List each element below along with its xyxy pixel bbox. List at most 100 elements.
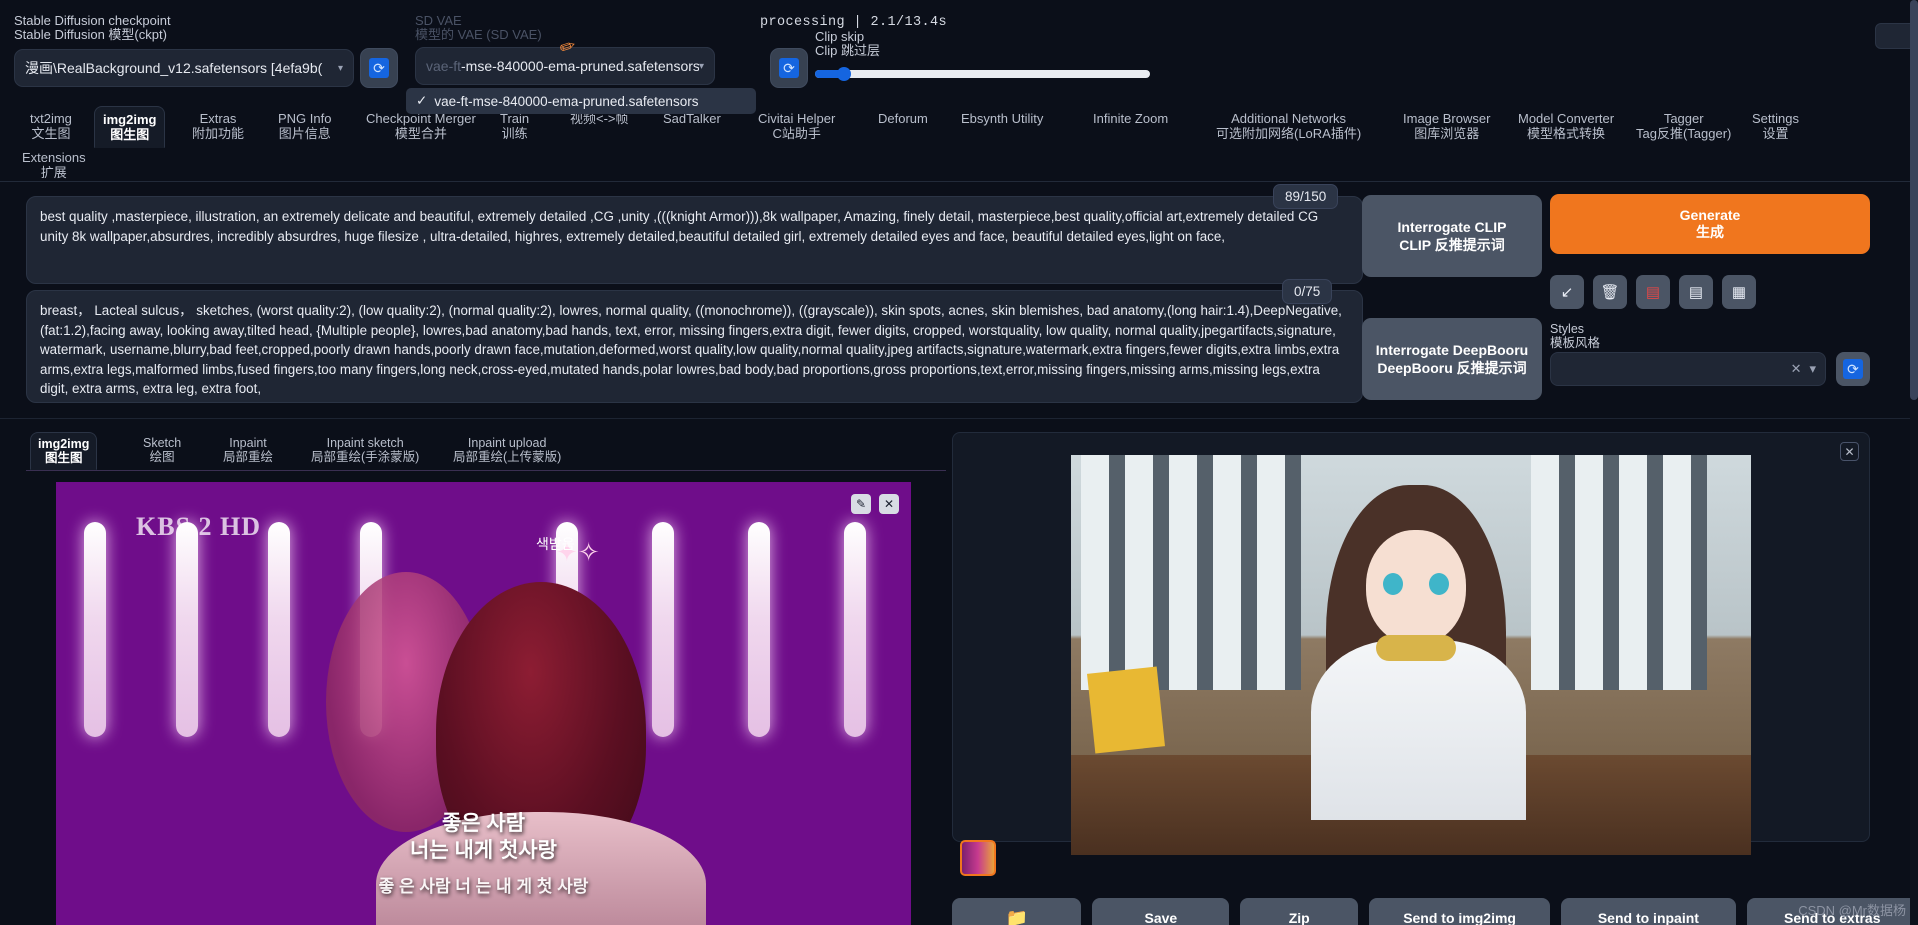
caption-line-1: 좋은 사람 bbox=[441, 812, 526, 835]
tab-label-cn: 图库浏览器 bbox=[1414, 126, 1480, 141]
send-to-inpaint-button[interactable]: Send to inpaint bbox=[1561, 898, 1736, 925]
remove-image-icon[interactable]: ✕ bbox=[879, 494, 899, 514]
sub-tab-inpaint-upload[interactable]: Inpaint upload 局部重绘(上传蒙版) bbox=[446, 432, 568, 468]
close-icon[interactable]: ✕ bbox=[1791, 361, 1802, 377]
tab-label-cn: 文生图 bbox=[31, 126, 71, 141]
prompt-icon-toolbar: ↙ 🗑 ▤ ▤ ▦ bbox=[1550, 275, 1870, 310]
interrogate-clip-button[interactable]: Interrogate CLIP CLIP 反推提示词 bbox=[1362, 195, 1542, 277]
scrollbar-thumb[interactable] bbox=[1910, 0, 1918, 400]
tab-label-cn: 可选附加网络(LoRA插件) bbox=[1216, 126, 1362, 141]
chevron-down-icon[interactable]: ▾ bbox=[1809, 361, 1816, 377]
check-icon: ✓ bbox=[416, 93, 428, 108]
refresh-icon: ⟳ bbox=[369, 58, 389, 78]
vae-value: vae-ft-mse-840000-ema-pruned.safetensors bbox=[426, 58, 699, 74]
sub-tab-label-cn: 绘图 bbox=[149, 450, 175, 464]
tab-label-cn: 图生图 bbox=[110, 127, 150, 142]
tab-extensions[interactable]: Extensions 扩展 bbox=[22, 150, 86, 180]
clipboard-icon[interactable]: ▤ bbox=[1679, 275, 1713, 309]
vae-refresh-button[interactable]: ⟳ bbox=[770, 48, 808, 88]
tab-infinite-zoom[interactable]: Infinite Zoom bbox=[1085, 106, 1176, 131]
sub-tab-inpaint[interactable]: Inpaint 局部重绘 bbox=[216, 432, 280, 468]
tab-label-cn: 设置 bbox=[1762, 126, 1789, 141]
close-gallery-icon[interactable]: ✕ bbox=[1840, 442, 1859, 461]
open-folder-button[interactable]: 📁 bbox=[952, 898, 1082, 925]
sub-tab-underline bbox=[26, 470, 946, 471]
sub-tab-label-cn: 局部重绘 bbox=[223, 450, 274, 464]
interrogate-deepbooru-button[interactable]: Interrogate DeepBooru DeepBooru 反推提示词 bbox=[1362, 318, 1542, 400]
tab-label-en: Deforum bbox=[878, 111, 928, 126]
tab-img2img[interactable]: img2img 图生图 bbox=[94, 106, 166, 148]
clip-skip-slider[interactable] bbox=[815, 67, 1150, 81]
vae-option-label: vae-ft-mse-840000-ema-pruned.safetensors bbox=[434, 93, 699, 109]
processing-status: processing | 2.1/13.4s bbox=[760, 15, 948, 30]
save-button[interactable]: Save bbox=[1092, 898, 1230, 925]
tab-image-browser[interactable]: Image Browser 图库浏览器 bbox=[1395, 106, 1498, 146]
tab-label-cn: 附加功能 bbox=[192, 126, 245, 141]
sub-tab-label-cn: 图生图 bbox=[44, 451, 83, 465]
sub-tab-sketch[interactable]: Sketch 绘图 bbox=[136, 432, 188, 468]
styles-dropdown[interactable]: ✕ ▾ bbox=[1550, 352, 1826, 386]
main-tab-bar: txt2img 文生图 img2img 图生图 Extras 附加功能 PNG Info 图片… bbox=[0, 106, 1918, 161]
checkpoint-label: Stable Diffusion checkpoint Stable Diffu… bbox=[14, 14, 354, 42]
stage-light bbox=[84, 522, 106, 737]
styles-refresh-button[interactable]: ⟳ bbox=[1836, 352, 1870, 386]
tab-label-en: img2img bbox=[103, 112, 157, 127]
generate-button[interactable]: Generate 生成 bbox=[1550, 194, 1870, 254]
gallery-thumbnail-strip bbox=[952, 836, 1870, 882]
edit-image-icon[interactable]: ✎ bbox=[851, 494, 871, 514]
styles-label-cn: 模板风格 bbox=[1550, 336, 1601, 350]
arrow-up-left-icon[interactable]: ↙ bbox=[1550, 275, 1584, 309]
tab-deforum[interactable]: Deforum bbox=[870, 106, 936, 131]
tab-additional-networks[interactable]: Additional Networks 可选附加网络(LoRA插件) bbox=[1208, 106, 1369, 146]
slider-track bbox=[815, 70, 1150, 78]
slider-knob[interactable] bbox=[837, 67, 851, 81]
tab-civitai-helper[interactable]: Civitai Helper C站助手 bbox=[750, 106, 843, 146]
checkpoint-label-en: Stable Diffusion checkpoint bbox=[14, 13, 171, 28]
tab-ebsynth-utility[interactable]: Ebsynth Utility bbox=[953, 106, 1051, 131]
trash-icon[interactable]: 🗑 bbox=[1593, 275, 1627, 309]
tab-label-en: Settings bbox=[1752, 111, 1799, 126]
tab-label-en: Additional Networks bbox=[1231, 111, 1347, 126]
positive-prompt-input[interactable]: best quality ,masterpiece, illustration,… bbox=[26, 196, 1363, 284]
tab-model-converter[interactable]: Model Converter 模型格式转换 bbox=[1510, 106, 1622, 146]
img2img-source-canvas[interactable]: KBS 2 HD ✦✧ 색받음 좋은 사람 너는 내게 첫사랑 좋 은 사람 너… bbox=[56, 482, 911, 925]
stage-light bbox=[652, 522, 674, 737]
gallery-thumbnail[interactable] bbox=[960, 840, 996, 876]
tab-settings[interactable]: Settings 设置 bbox=[1744, 106, 1807, 146]
tab-label-en: Image Browser bbox=[1403, 111, 1491, 126]
checkpoint-dropdown[interactable]: 漫画\RealBackground_v12.safetensors [4efa9… bbox=[14, 49, 354, 87]
chevron-down-icon[interactable]: ▾ bbox=[338, 63, 343, 74]
chevron-down-icon[interactable]: ▾ bbox=[699, 61, 704, 72]
canvas-overlay-text: 색받음 bbox=[536, 536, 575, 552]
save-style-icon[interactable]: ▦ bbox=[1722, 275, 1756, 309]
tab-label-en: PNG Info bbox=[278, 111, 332, 126]
character-body bbox=[1311, 640, 1526, 820]
page-scrollbar[interactable] bbox=[1910, 0, 1918, 925]
broadcast-logo: KBS 2 HD bbox=[136, 512, 262, 541]
paste-red-icon[interactable]: ▤ bbox=[1636, 275, 1670, 309]
character-face bbox=[1366, 530, 1466, 645]
sub-tab-img2img[interactable]: img2img 图生图 bbox=[30, 432, 98, 470]
generated-image[interactable] bbox=[1071, 455, 1751, 855]
checkpoint-selector-group: Stable Diffusion checkpoint Stable Diffu… bbox=[14, 14, 354, 87]
zip-button[interactable]: Zip bbox=[1240, 898, 1358, 925]
tab-tagger[interactable]: Tagger Tag反推(Tagger) bbox=[1628, 106, 1739, 146]
interrogate-clip-label-cn: CLIP 反推提示词 bbox=[1399, 237, 1505, 253]
tab-png-info[interactable]: PNG Info 图片信息 bbox=[270, 106, 339, 146]
send-to-img2img-button[interactable]: Send to img2img bbox=[1368, 898, 1551, 925]
tab-txt2img[interactable]: txt2img 文生图 bbox=[22, 106, 80, 146]
caption-line-2: 너는 내게 첫사랑 bbox=[410, 839, 557, 862]
yellow-sign bbox=[1087, 666, 1165, 754]
tab-label-en: Civitai Helper bbox=[758, 111, 836, 126]
refresh-icon: ⟳ bbox=[779, 58, 799, 78]
sub-tab-inpaint-sketch[interactable]: Inpaint sketch 局部重绘(手涂蒙版) bbox=[304, 432, 426, 468]
result-action-bar: 📁 Save Zip Send to img2img Send to inpaint Se… bbox=[952, 898, 1918, 925]
negative-prompt-input[interactable]: breast， Lacteal sulcus， sketches, (worst… bbox=[26, 290, 1363, 403]
vae-dropdown-option[interactable]: ✓ vae-ft-mse-840000-ema-pruned.safetenso… bbox=[406, 88, 756, 114]
lower-divider bbox=[0, 418, 1918, 419]
tab-label-en: Infinite Zoom bbox=[1093, 111, 1169, 126]
tab-extras[interactable]: Extras 附加功能 bbox=[184, 106, 252, 146]
clip-skip-label: Clip skip Clip 跳过层 bbox=[815, 30, 1880, 58]
checkpoint-refresh-button[interactable]: ⟳ bbox=[360, 48, 398, 88]
tab-label-cn: C站助手 bbox=[772, 126, 821, 141]
